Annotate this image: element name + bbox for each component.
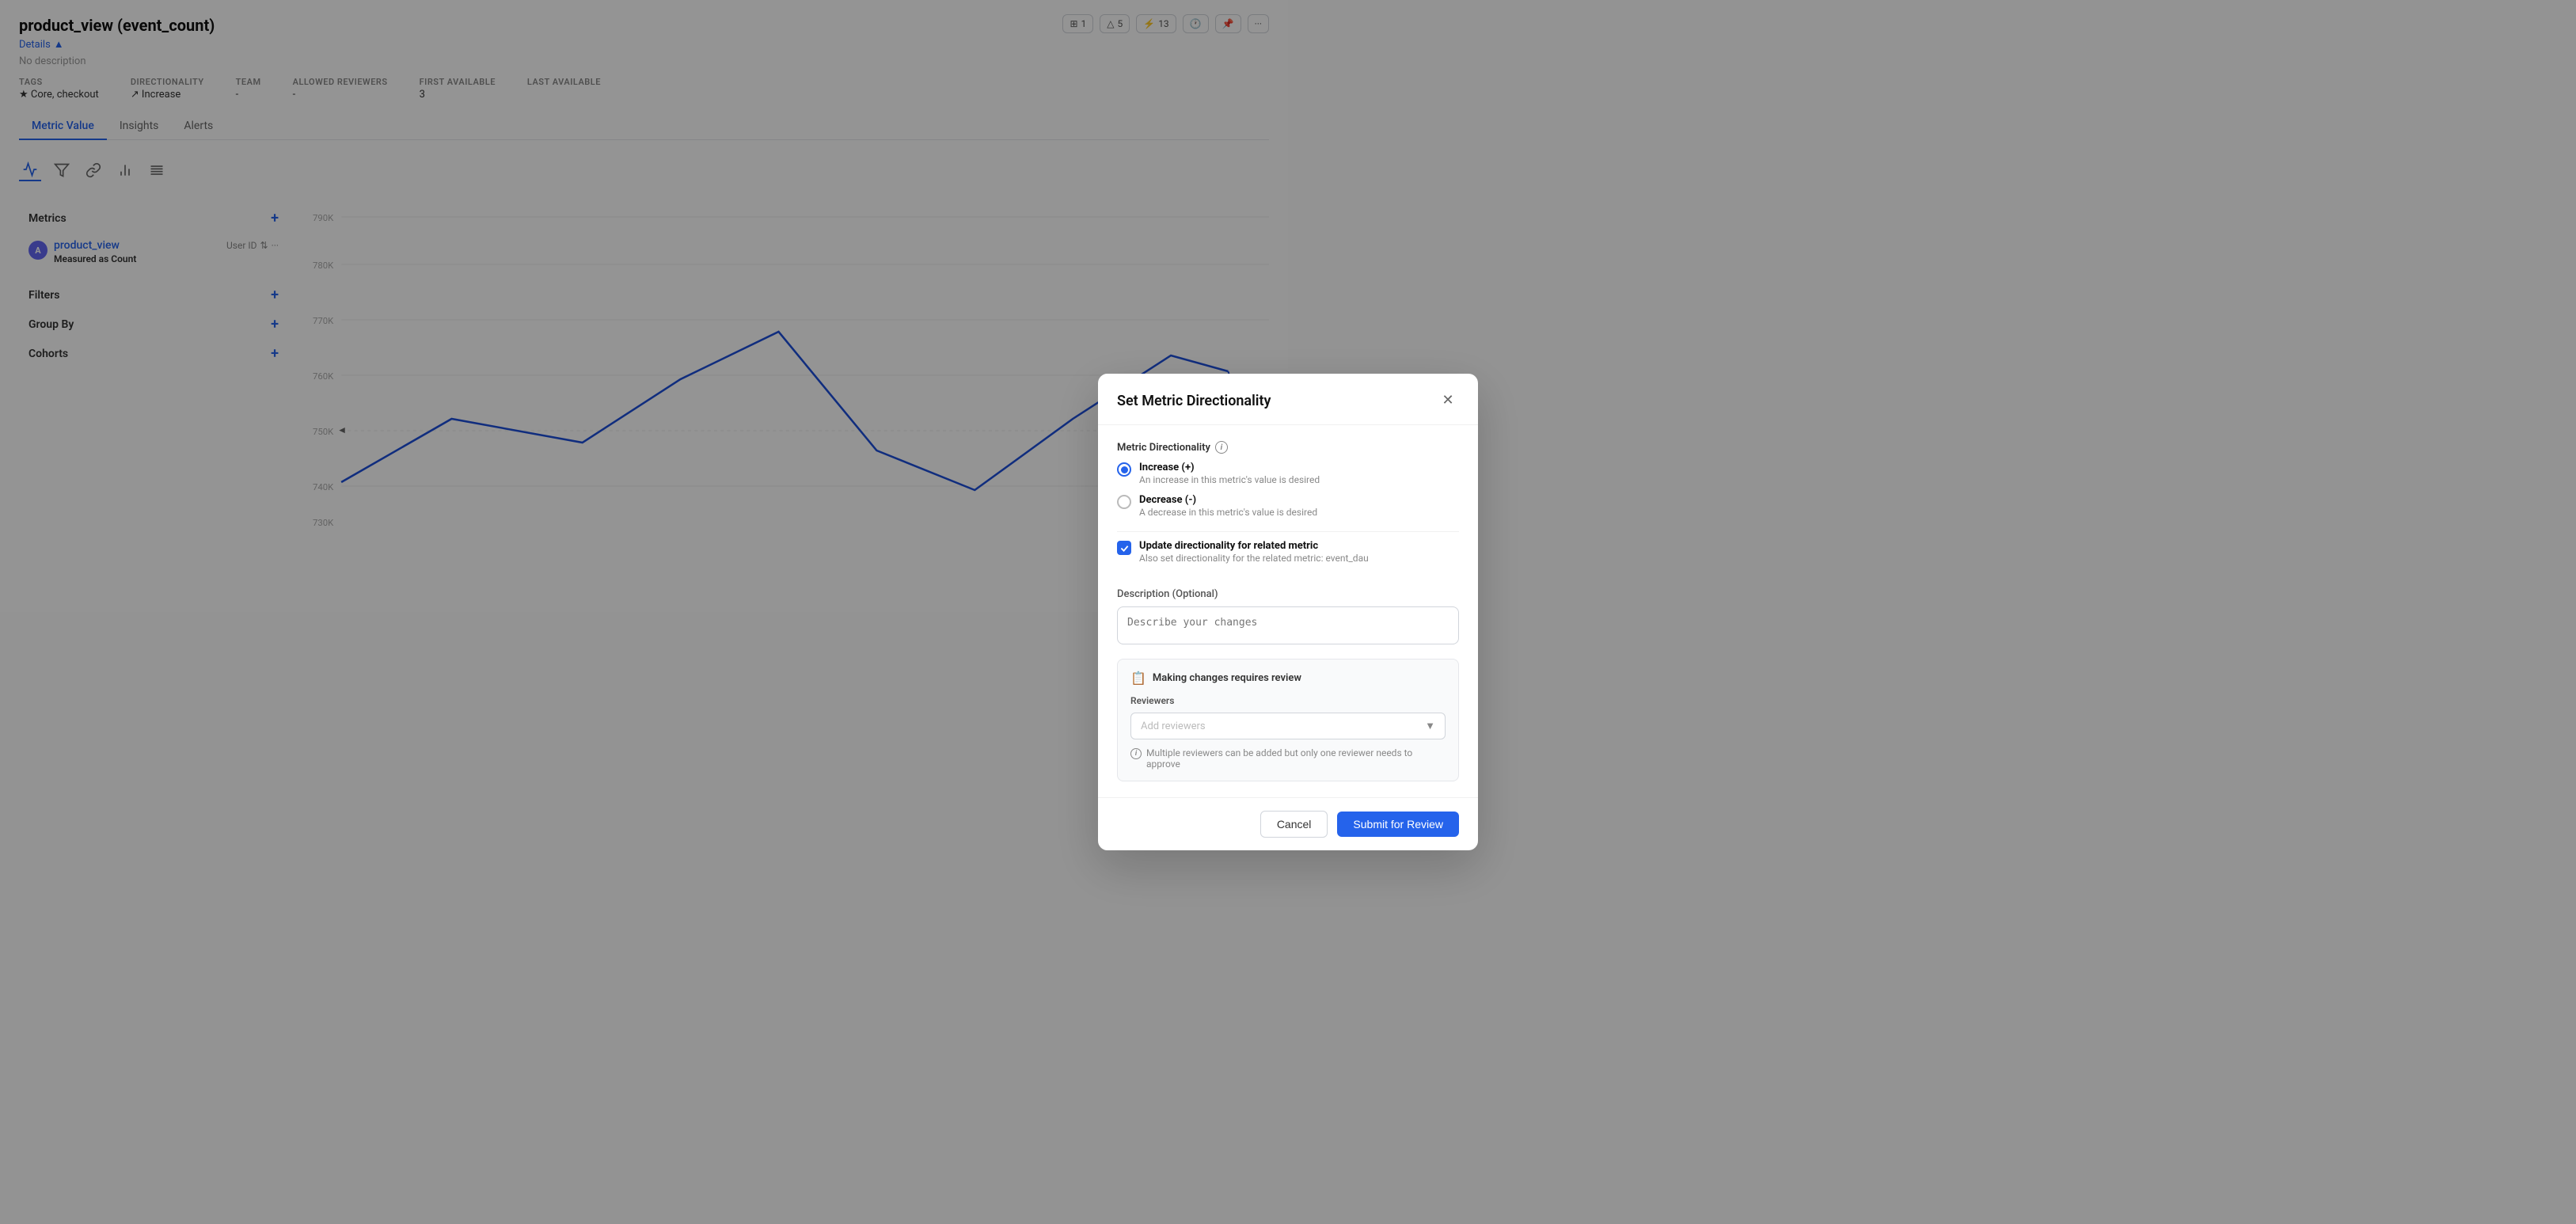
description-label: Description (Optional) [1117, 588, 1459, 600]
directionality-field-label: Metric Directionality i [1117, 441, 1459, 454]
decrease-option[interactable]: Decrease (-) A decrease in this metric's… [1117, 494, 1459, 519]
reviewers-dropdown[interactable]: Add reviewers ▼ [1130, 713, 1446, 739]
chevron-down-icon: ▼ [1425, 720, 1435, 732]
reviewers-hint: i Multiple reviewers can be added but on… [1130, 747, 1446, 770]
directionality-info-icon[interactable]: i [1215, 441, 1228, 454]
update-related-checkbox[interactable] [1117, 541, 1131, 555]
update-related-checkbox-row: Update directionality for related metric… [1117, 531, 1459, 572]
decrease-radio[interactable] [1117, 495, 1131, 509]
modal-title: Set Metric Directionality [1117, 393, 1271, 409]
submit-button[interactable]: Submit for Review [1337, 812, 1459, 837]
description-input[interactable] [1117, 606, 1459, 644]
modal-overlay: Set Metric Directionality ✕ Metric Direc… [0, 0, 2576, 1224]
modal-footer: Cancel Submit for Review [1098, 797, 1478, 850]
modal-header: Set Metric Directionality ✕ [1098, 374, 1478, 425]
clipboard-icon: 📋 [1130, 671, 1146, 686]
review-title: 📋 Making changes requires review [1130, 671, 1446, 686]
increase-radio[interactable] [1117, 462, 1131, 477]
increase-option[interactable]: Increase (+) An increase in this metric'… [1117, 462, 1459, 486]
hint-info-icon: i [1130, 748, 1142, 759]
modal: Set Metric Directionality ✕ Metric Direc… [1098, 374, 1478, 850]
reviewers-label: Reviewers [1130, 695, 1446, 706]
cancel-button[interactable]: Cancel [1260, 811, 1328, 838]
close-button[interactable]: ✕ [1437, 390, 1459, 412]
modal-body: Metric Directionality i Increase (+) An … [1098, 425, 1478, 797]
review-box: 📋 Making changes requires review Reviewe… [1117, 659, 1459, 781]
radio-group: Increase (+) An increase in this metric'… [1117, 462, 1459, 519]
